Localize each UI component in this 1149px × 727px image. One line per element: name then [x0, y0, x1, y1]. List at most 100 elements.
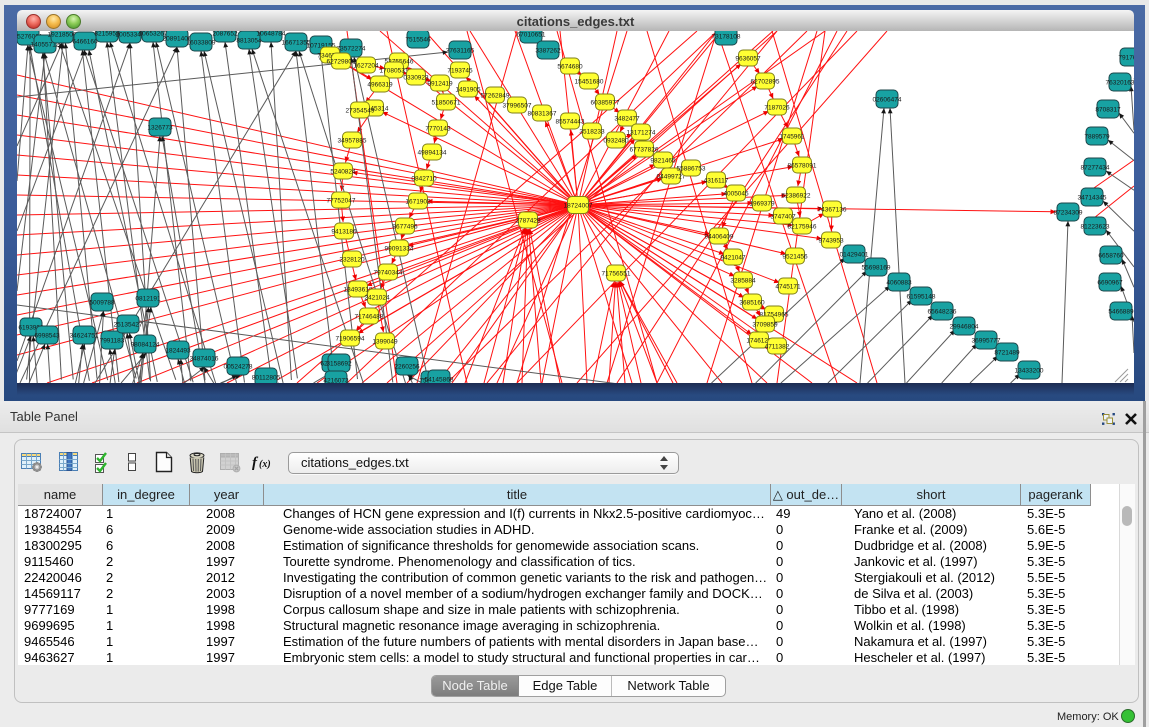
svg-text:67737826: 67737826	[630, 146, 659, 153]
svg-text:61595148: 61595148	[907, 293, 936, 300]
svg-text:18724007: 18724007	[564, 202, 593, 209]
svg-text:1745961: 1745961	[779, 133, 805, 140]
svg-text:7770143: 7770143	[425, 125, 451, 132]
svg-text:80831367: 80831367	[528, 110, 557, 117]
svg-text:00524278: 00524278	[224, 363, 253, 370]
svg-text:6998543: 6998543	[34, 332, 60, 339]
svg-text:2787429: 2787429	[515, 217, 541, 224]
svg-text:71746488: 71746488	[355, 313, 384, 320]
svg-text:82175946: 82175946	[788, 223, 817, 230]
svg-text:73572274: 73572274	[337, 45, 366, 52]
svg-text:73178108: 73178108	[712, 33, 741, 40]
svg-text:9821465: 9821465	[650, 157, 676, 164]
svg-text:87234309: 87234309	[1054, 209, 1083, 216]
svg-text:37631165: 37631165	[446, 47, 475, 54]
svg-text:51850671: 51850671	[432, 99, 461, 106]
svg-text:67010651: 67010651	[517, 31, 546, 38]
svg-text:1326773: 1326773	[147, 124, 173, 131]
svg-text:3518233: 3518233	[579, 128, 605, 135]
svg-text:1399049: 1399049	[372, 338, 398, 345]
svg-text:94406409: 94406409	[705, 233, 734, 240]
svg-text:98084124: 98084124	[131, 341, 160, 348]
svg-text:3387262: 3387262	[535, 47, 561, 54]
svg-text:3685160: 3685160	[739, 299, 765, 306]
svg-text:8813054: 8813054	[236, 37, 262, 44]
svg-text:15451680: 15451680	[575, 78, 604, 85]
svg-text:54145868: 54145868	[425, 376, 454, 383]
svg-text:0812191: 0812191	[135, 295, 161, 302]
svg-text:99091334: 99091334	[385, 245, 414, 252]
svg-text:1627204: 1627204	[353, 62, 379, 69]
svg-text:9912419: 9912419	[427, 80, 453, 87]
svg-text:49894134: 49894134	[418, 149, 447, 156]
svg-text:13171274: 13171274	[627, 129, 656, 136]
svg-text:0932480: 0932480	[603, 137, 629, 144]
svg-text:34714345: 34714345	[1078, 194, 1107, 201]
svg-text:02606474: 02606474	[873, 96, 902, 103]
svg-text:6466160: 6466160	[72, 38, 98, 45]
svg-text:2328120: 2328120	[339, 256, 365, 263]
svg-text:9743953: 9743953	[818, 237, 844, 244]
svg-text:7187026: 7187026	[764, 104, 790, 111]
svg-text:57262849: 57262849	[481, 92, 510, 99]
svg-text:f: f	[252, 455, 259, 471]
svg-text:4316117: 4316117	[704, 177, 729, 184]
svg-text:9421047: 9421047	[720, 254, 746, 261]
svg-text:62729806: 62729806	[327, 58, 356, 65]
svg-text:8708317: 8708317	[1095, 106, 1121, 113]
svg-text:1671902: 1671902	[405, 198, 431, 205]
svg-text:9636057: 9636057	[735, 55, 761, 62]
svg-text:7917693: 7917693	[1118, 54, 1134, 61]
svg-text:5466889: 5466889	[1108, 308, 1134, 315]
svg-text:77752047: 77752047	[327, 197, 356, 204]
svg-text:7515546: 7515546	[405, 36, 431, 43]
svg-text:2421024: 2421024	[364, 294, 390, 301]
svg-text:1969379: 1969379	[749, 200, 775, 207]
svg-text:1824493: 1824493	[165, 347, 191, 354]
svg-text:60385977: 60385977	[591, 99, 620, 106]
svg-text:85574443: 85574443	[556, 118, 585, 125]
svg-text:4711382: 4711382	[765, 343, 790, 350]
svg-text:27354549: 27354549	[346, 107, 375, 114]
svg-text:81223623: 81223623	[1081, 223, 1110, 230]
svg-text:6658760: 6658760	[1098, 252, 1124, 259]
svg-text:25135427: 25135427	[114, 321, 143, 328]
svg-text:86578091: 86578091	[788, 162, 817, 169]
svg-text:4216073: 4216073	[323, 377, 349, 383]
svg-text:55886753: 55886753	[677, 165, 706, 172]
svg-text:4966319: 4966319	[367, 81, 393, 88]
svg-text:3747407: 3747407	[770, 213, 796, 220]
svg-text:3158692: 3158692	[326, 360, 352, 367]
svg-text:71906594: 71906594	[336, 335, 365, 342]
svg-text:62386922: 62386922	[782, 192, 811, 199]
svg-text:62702895: 62702895	[751, 78, 780, 85]
svg-text:7991183: 7991183	[100, 337, 125, 344]
svg-text:80112805: 80112805	[252, 374, 281, 381]
svg-text:16033809: 16033809	[187, 39, 216, 46]
svg-text:4005045: 4005045	[723, 190, 749, 197]
svg-text:3285884: 3285884	[730, 277, 756, 284]
svg-text:34874016: 34874016	[190, 355, 219, 362]
svg-text:7889579: 7889579	[1084, 133, 1110, 140]
svg-text:6690967: 6690967	[1097, 279, 1123, 286]
svg-text:17080531: 17080531	[380, 67, 409, 74]
svg-text:5009788: 5009788	[89, 299, 115, 306]
svg-text:71756551: 71756551	[602, 270, 631, 277]
svg-text:0842710: 0842710	[411, 175, 437, 182]
svg-text:9521456: 9521456	[782, 253, 808, 260]
svg-text:4060883: 4060883	[886, 279, 912, 286]
svg-text:10648784: 10648784	[257, 31, 286, 37]
svg-text:87277434: 87277434	[1081, 164, 1110, 171]
svg-text:36995777: 36995777	[972, 337, 1001, 344]
svg-text:2087652: 2087652	[212, 31, 238, 37]
svg-text:79740344: 79740344	[374, 269, 403, 276]
svg-text:(x): (x)	[259, 459, 271, 470]
svg-text:1491905: 1491905	[455, 86, 481, 93]
svg-text:5674680: 5674680	[557, 63, 583, 70]
svg-text:55698169: 55698169	[862, 264, 891, 271]
svg-text:2260256: 2260256	[394, 363, 420, 370]
svg-text:9413186: 9413186	[331, 228, 357, 235]
svg-text:19218506: 19218506	[48, 31, 77, 38]
svg-text:76320163: 76320163	[1106, 79, 1134, 86]
svg-text:04499727: 04499727	[657, 173, 686, 180]
